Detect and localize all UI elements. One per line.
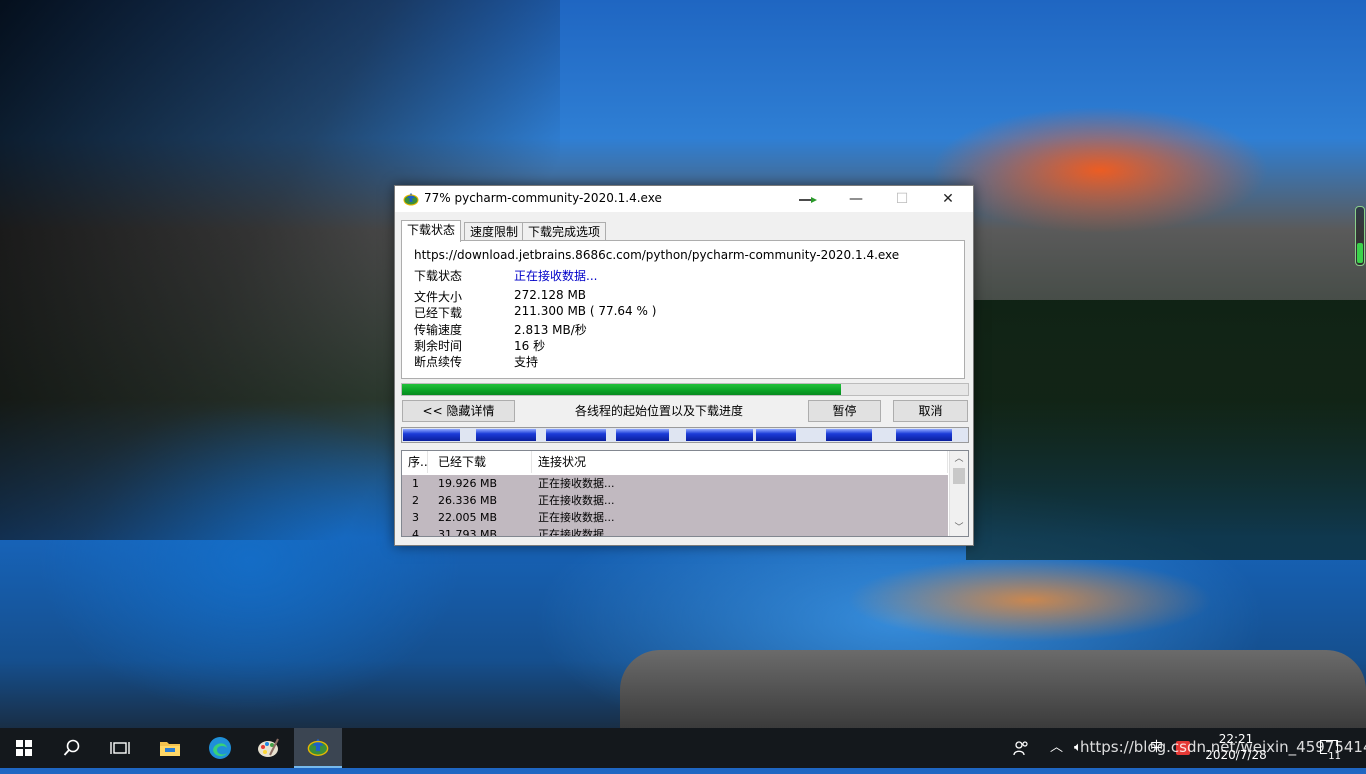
thread-segment [616, 429, 669, 441]
chevron-up-icon[interactable]: ︿ [1050, 728, 1063, 768]
thread-segment [756, 429, 796, 441]
close-icon: ✕ [942, 191, 954, 207]
title-bar[interactable]: 77% pycharm-community-2020.1.4.exe — ☐ ✕ [395, 186, 973, 212]
row-downloaded: 19.926 MB [438, 477, 498, 490]
connections-list[interactable]: 序.. 已经下载 连接状况 1 19.926 MB 正在接收数据... 2 26… [401, 450, 969, 537]
download-url: https://download.jetbrains.8686c.com/pyt… [414, 248, 900, 262]
arrow-right-icon [799, 197, 817, 203]
thread-segment [476, 429, 536, 441]
maximize-icon: ☐ [895, 191, 909, 207]
start-button[interactable] [0, 728, 48, 768]
row-status: 正在接收数据... [538, 494, 615, 507]
hide-details-button[interactable]: << 隐藏详情 [402, 400, 515, 422]
row-index: 4 [412, 528, 419, 537]
maximize-button[interactable]: ☐ [879, 186, 925, 212]
time-left-label: 剩余时间 [414, 339, 463, 353]
list-scrollbar[interactable]: ︿ ﹀ [949, 451, 968, 536]
edge-browser-button[interactable] [196, 728, 244, 768]
file-explorer-button[interactable] [146, 728, 194, 768]
thread-progress-bar [401, 427, 969, 443]
minimize-icon: — [849, 191, 863, 207]
cancel-button[interactable]: 取消 [893, 400, 968, 422]
task-view-icon [110, 742, 130, 754]
thread-segment [546, 429, 606, 441]
row-status: 正在接收数据... [538, 477, 615, 490]
scroll-up-icon[interactable]: ︿ [950, 451, 968, 467]
row-downloaded: 31.793 MB [438, 528, 498, 537]
downloaded-value: 211.300 MB ( 77.64 % ) [514, 304, 657, 318]
thread-progress-caption: 各线程的起始位置以及下载进度 [575, 404, 744, 418]
search-icon [63, 739, 80, 756]
people-icon[interactable] [1012, 728, 1030, 768]
wallpaper-rocks [620, 650, 1366, 730]
task-view-button[interactable] [96, 728, 144, 768]
column-header-status[interactable]: 连接状况 [532, 451, 948, 473]
edge-icon [209, 737, 231, 759]
scroll-thumb[interactable] [953, 468, 965, 484]
status-value: 正在接收数据... [514, 269, 598, 283]
file-size-value: 272.128 MB [514, 288, 587, 302]
tab-download-status[interactable]: 下载状态 [401, 220, 462, 242]
resume-value: 支持 [514, 355, 539, 369]
row-index: 3 [412, 511, 419, 524]
table-row[interactable]: 1 19.926 MB 正在接收数据... [402, 475, 948, 492]
speed-label: 传输速度 [414, 323, 463, 337]
close-button[interactable]: ✕ [925, 186, 971, 212]
idm-taskbar-button[interactable] [294, 728, 342, 768]
status-panel: https://download.jetbrains.8686c.com/pyt… [401, 240, 965, 379]
row-index: 2 [412, 494, 419, 507]
file-size-label: 文件大小 [414, 290, 463, 304]
download-window: 77% pycharm-community-2020.1.4.exe — ☐ ✕… [394, 185, 974, 546]
windows-logo-icon [16, 740, 32, 756]
side-gauge-widget[interactable] [1355, 206, 1365, 266]
scroll-down-icon[interactable]: ﹀ [950, 520, 968, 536]
pause-button[interactable]: 暂停 [808, 400, 881, 422]
thread-segment [826, 429, 872, 441]
folder-icon [160, 742, 180, 756]
idm-app-icon [403, 193, 419, 206]
speed-value: 2.813 MB/秒 [514, 323, 587, 337]
thread-segment [686, 429, 753, 441]
progress-fill [402, 384, 842, 395]
thread-segment [403, 429, 460, 441]
wallpaper-forest [966, 300, 1366, 560]
column-header-index[interactable]: 序.. [402, 451, 428, 473]
downloaded-label: 已经下载 [414, 306, 463, 320]
time-left-value: 16 秒 [514, 339, 546, 353]
row-status: 正在接收数据... [538, 528, 615, 537]
paint-app-button[interactable] [244, 728, 292, 768]
row-downloaded: 22.005 MB [438, 511, 498, 524]
tab-speed-limit[interactable]: 速度限制 [464, 222, 525, 241]
minimize-button[interactable]: — [833, 186, 879, 212]
table-row[interactable]: 4 31.793 MB 正在接收数据... [402, 526, 948, 537]
table-row[interactable]: 2 26.336 MB 正在接收数据... [402, 492, 948, 509]
row-index: 1 [412, 477, 419, 490]
row-downloaded: 26.336 MB [438, 494, 498, 507]
idm-app-icon [307, 738, 329, 756]
thread-segment [896, 429, 952, 441]
paint-palette-icon [258, 738, 279, 757]
row-status: 正在接收数据... [538, 511, 615, 524]
tab-completion-options[interactable]: 下载完成选项 [522, 222, 607, 241]
table-row[interactable]: 3 22.005 MB 正在接收数据... [402, 509, 948, 526]
resume-label: 断点续传 [414, 355, 463, 369]
download-progress-bar [401, 383, 969, 396]
column-header-downloaded[interactable]: 已经下载 [428, 451, 532, 473]
search-button[interactable] [48, 728, 96, 768]
status-label: 下载状态 [414, 269, 463, 283]
csdn-watermark: https://blog.csdn.net/weixin_45975414 [1080, 738, 1366, 756]
window-title: 77% pycharm-community-2020.1.4.exe [424, 191, 662, 205]
